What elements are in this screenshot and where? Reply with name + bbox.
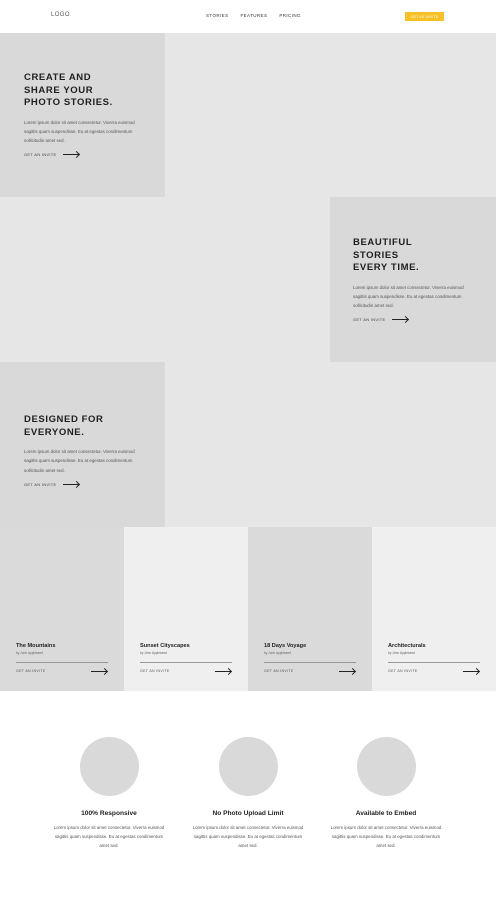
divider	[140, 662, 232, 663]
story-title: 18 Days Voyage	[264, 643, 307, 649]
feature-title: 100% Responsive	[81, 810, 137, 817]
story-author: by John Appleseed	[264, 651, 291, 655]
story-cta-link[interactable]: GET AN INVITE	[388, 668, 480, 674]
feature-body: Lorem ipsum dolor sit amet consectetur. …	[53, 825, 165, 849]
story-title: Sunset Cityscapes	[140, 643, 190, 649]
feature-body: Lorem ipsum dolor sit amet consectetur. …	[192, 825, 304, 849]
feature-image-placeholder	[356, 737, 416, 796]
hero-band-1: CREATE AND SHARE YOUR PHOTO STORIES. Lor…	[0, 33, 496, 197]
divider	[264, 662, 356, 663]
story-cta-link[interactable]: GET AN INVITE	[16, 668, 108, 674]
feature-embed: Available to Embed Lorem ipsum dolor sit…	[316, 737, 456, 851]
hero-body: Lorem ipsum dolor sit amet consectetur. …	[353, 284, 464, 309]
hero-panel-beautiful: BEAUTIFUL STORIES EVERY TIME. Lorem ipsu…	[330, 197, 496, 362]
hero-body: Lorem ipsum dolor sit amet consectetur. …	[24, 119, 135, 144]
features-section: 100% Responsive Lorem ipsum dolor sit am…	[0, 691, 496, 902]
story-author: by John Appleseed	[388, 651, 415, 655]
hero-panel-designed: DESIGNED FOR EVERYONE. Lorem ipsum dolor…	[0, 362, 165, 527]
cta-label: GET AN INVITE	[16, 669, 46, 673]
arrow-right-icon	[91, 668, 108, 674]
feature-body: Lorem ipsum dolor sit amet consectetur. …	[330, 825, 442, 849]
nav-pricing[interactable]: PRICING	[279, 13, 301, 18]
arrow-right-icon	[215, 668, 232, 674]
story-card[interactable]: 18 Days Voyage by John Appleseed GET AN …	[248, 527, 372, 691]
story-cta-link[interactable]: GET AN INVITE	[264, 668, 356, 674]
story-title: The Mountains	[16, 643, 56, 649]
hero-cta-link[interactable]: GET AN INVITE	[353, 317, 496, 323]
hero-band-2: BEAUTIFUL STORIES EVERY TIME. Lorem ipsu…	[0, 197, 496, 362]
hero-band-3: DESIGNED FOR EVERYONE. Lorem ipsum dolor…	[0, 362, 496, 527]
story-title: Architecturals	[388, 643, 426, 649]
hero-title: BEAUTIFUL STORIES EVERY TIME.	[353, 237, 420, 273]
cta-label: GET AN INVITE	[140, 669, 170, 673]
feature-image-placeholder	[218, 737, 278, 796]
story-cta-link[interactable]: GET AN INVITE	[140, 668, 232, 674]
feature-title: Available to Embed	[355, 810, 417, 817]
arrow-right-icon	[62, 481, 80, 487]
hero-cta-link[interactable]: GET AN INVITE	[24, 481, 165, 487]
hero-cta-link[interactable]: GET AN INVITE	[24, 152, 165, 158]
divider	[16, 662, 108, 663]
feature-image-placeholder	[79, 737, 139, 796]
main-nav: STORIES FEATURES PRICING	[206, 13, 301, 18]
story-card[interactable]: Sunset Cityscapes by John Appleseed GET …	[124, 527, 248, 691]
cta-label: GET AN INVITE	[388, 669, 418, 673]
story-author: by John Appleseed	[16, 651, 43, 655]
arrow-right-icon	[463, 668, 480, 674]
story-gallery: The Mountains by John Appleseed GET AN I…	[0, 527, 496, 691]
feature-upload-limit: No Photo Upload Limit Lorem ipsum dolor …	[178, 737, 318, 851]
hero-title: DESIGNED FOR EVERYONE.	[24, 414, 104, 438]
story-author: by John Appleseed	[140, 651, 167, 655]
cta-label: GET AN INVITE	[24, 152, 57, 158]
hero-title: CREATE AND SHARE YOUR PHOTO STORIES.	[24, 72, 113, 108]
divider	[388, 662, 480, 663]
story-card[interactable]: The Mountains by John Appleseed GET AN I…	[0, 527, 124, 691]
site-header: LOGO STORIES FEATURES PRICING GET AN INV…	[0, 0, 496, 33]
cta-label: GET AN INVITE	[24, 481, 57, 487]
feature-responsive: 100% Responsive Lorem ipsum dolor sit am…	[39, 737, 179, 851]
hero-body: Lorem ipsum dolor sit amet consectetur. …	[24, 449, 135, 473]
hero-panel-create: CREATE AND SHARE YOUR PHOTO STORIES. Lor…	[0, 33, 165, 197]
arrow-right-icon	[62, 152, 80, 158]
arrow-right-icon	[391, 317, 409, 323]
nav-stories[interactable]: STORIES	[206, 13, 228, 18]
cta-label: GET AN INVITE	[353, 317, 386, 323]
cta-label: GET AN INVITE	[264, 669, 294, 673]
logo[interactable]: LOGO	[51, 12, 70, 18]
arrow-right-icon	[339, 668, 356, 674]
feature-title: No Photo Upload Limit	[212, 810, 284, 817]
get-invite-button[interactable]: GET AN INVITE	[405, 12, 444, 21]
story-card[interactable]: Architecturals by John Appleseed GET AN …	[372, 527, 496, 691]
nav-features[interactable]: FEATURES	[240, 13, 267, 18]
